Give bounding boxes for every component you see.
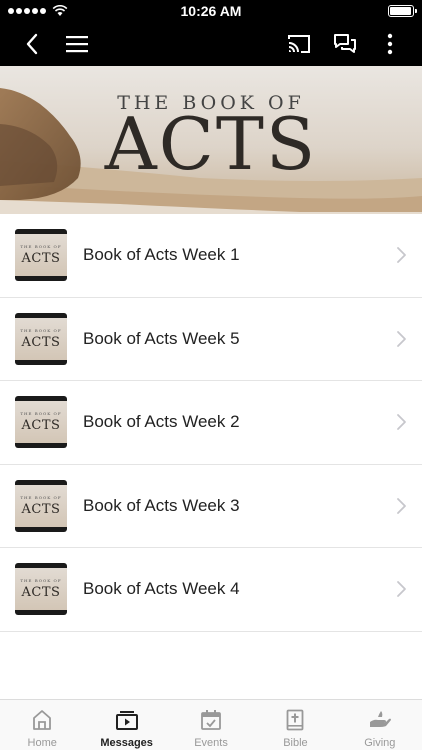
thumbnail-image: THE BOOK OF ACTS bbox=[15, 401, 67, 444]
thumbnail-title: ACTS bbox=[21, 585, 61, 601]
message-thumbnail: THE BOOK OF ACTS bbox=[15, 312, 67, 365]
thumbnail-subtitle: THE BOOK OF bbox=[20, 327, 62, 333]
chevron-right-icon bbox=[397, 497, 406, 514]
tab-bar: Home Messages Events Bible Giving bbox=[0, 699, 422, 750]
thumbnail-subtitle: THE BOOK OF bbox=[20, 578, 62, 584]
message-title: Book of Acts Week 2 bbox=[83, 412, 240, 432]
nav-bar bbox=[0, 22, 422, 66]
message-row[interactable]: THE BOOK OF ACTS Book of Acts Week 3 bbox=[0, 465, 422, 548]
cast-icon bbox=[288, 35, 310, 53]
message-title: Book of Acts Week 4 bbox=[83, 579, 240, 599]
tab-giving[interactable]: Giving bbox=[338, 700, 422, 750]
thumbnail-subtitle: THE BOOK OF bbox=[20, 411, 62, 417]
message-thumbnail: THE BOOK OF ACTS bbox=[15, 479, 67, 532]
back-icon bbox=[26, 33, 38, 55]
messages-icon bbox=[115, 711, 138, 730]
more-icon bbox=[387, 33, 393, 55]
thumbnail-image: THE BOOK OF ACTS bbox=[15, 234, 67, 277]
tab-giving-label: Giving bbox=[364, 737, 396, 749]
battery-icon bbox=[388, 5, 417, 17]
tab-messages[interactable]: Messages bbox=[84, 700, 168, 750]
giving-icon bbox=[369, 711, 391, 727]
tab-home[interactable]: Home bbox=[0, 700, 84, 750]
chevron-right-icon bbox=[397, 581, 406, 598]
tab-bible-label: Bible bbox=[283, 737, 308, 749]
thumbnail-subtitle: THE BOOK OF bbox=[20, 494, 62, 500]
thumbnail-subtitle: THE BOOK OF bbox=[20, 244, 62, 250]
events-icon bbox=[201, 710, 221, 730]
message-title: Book of Acts Week 5 bbox=[83, 328, 240, 348]
message-thumbnail: THE BOOK OF ACTS bbox=[15, 563, 67, 616]
chevron-right-icon bbox=[397, 247, 406, 264]
message-row[interactable]: THE BOOK OF ACTS Book of Acts Week 1 bbox=[0, 214, 422, 298]
more-button[interactable] bbox=[368, 22, 412, 66]
tab-home-label: Home bbox=[27, 737, 57, 749]
message-thumbnail: THE BOOK OF ACTS bbox=[15, 396, 67, 449]
bible-icon bbox=[287, 709, 304, 731]
message-title: Book of Acts Week 3 bbox=[83, 495, 240, 515]
message-row[interactable]: THE BOOK OF ACTS Book of Acts Week 2 bbox=[0, 381, 422, 465]
menu-icon bbox=[66, 36, 88, 53]
status-bar: 10:26 AM bbox=[0, 0, 422, 22]
message-row[interactable]: THE BOOK OF ACTS Book of Acts Week 4 bbox=[0, 548, 422, 632]
home-icon bbox=[33, 710, 52, 730]
thumbnail-title: ACTS bbox=[21, 334, 61, 350]
cast-button[interactable] bbox=[277, 22, 321, 66]
chat-icon bbox=[334, 34, 356, 53]
series-banner: THE BOOK OF ACTS bbox=[0, 66, 422, 214]
thumbnail-title: ACTS bbox=[21, 501, 61, 517]
banner-title: ACTS bbox=[104, 102, 318, 186]
messages-list: THE BOOK OF ACTS Book of Acts Week 1 THE BO… bbox=[0, 214, 422, 632]
back-button[interactable] bbox=[10, 22, 54, 66]
thumbnail-image: THE BOOK OF ACTS bbox=[15, 317, 67, 360]
status-time: 10:26 AM bbox=[180, 3, 242, 19]
menu-button[interactable] bbox=[55, 22, 99, 66]
message-thumbnail: THE BOOK OF ACTS bbox=[15, 229, 67, 282]
message-title: Book of Acts Week 1 bbox=[83, 245, 240, 265]
message-row[interactable]: THE BOOK OF ACTS Book of Acts Week 5 bbox=[0, 298, 422, 381]
thumbnail-image: THE BOOK OF ACTS bbox=[15, 568, 67, 611]
thumbnail-image: THE BOOK OF ACTS bbox=[15, 484, 67, 527]
tab-messages-label: Messages bbox=[100, 737, 153, 749]
thumbnail-title: ACTS bbox=[21, 418, 61, 434]
chevron-right-icon bbox=[397, 414, 406, 431]
tab-bible[interactable]: Bible bbox=[253, 700, 337, 750]
thumbnail-title: ACTS bbox=[21, 251, 61, 267]
tab-events[interactable]: Events bbox=[169, 700, 253, 750]
chevron-right-icon bbox=[397, 330, 406, 347]
tab-events-label: Events bbox=[194, 737, 228, 749]
chat-button[interactable] bbox=[323, 22, 367, 66]
